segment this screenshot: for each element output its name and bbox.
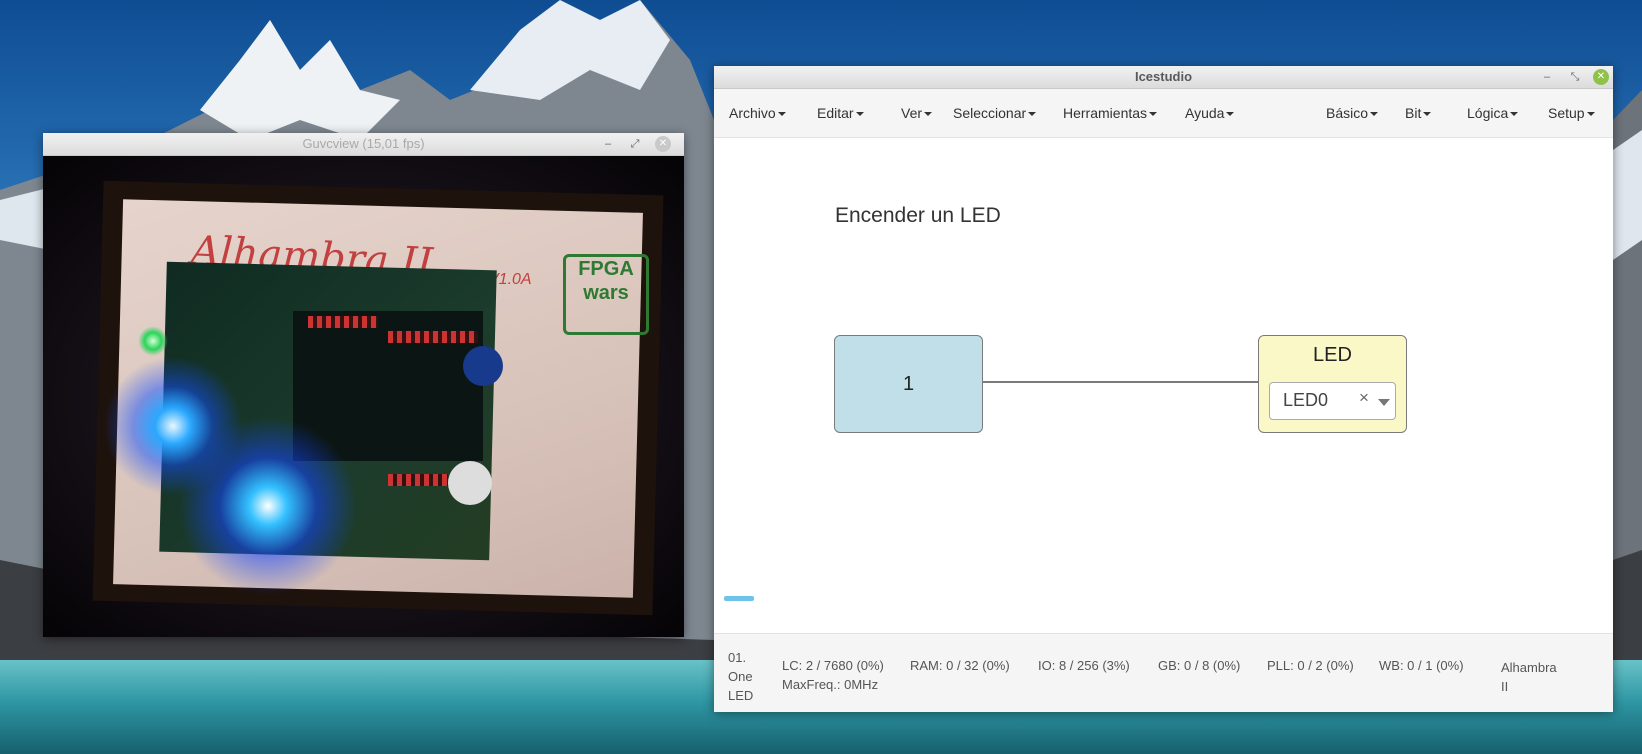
caret-down-icon	[1149, 112, 1158, 117]
menu-bit[interactable]: Bit	[1405, 89, 1432, 137]
pin-select-value: LED0	[1283, 390, 1329, 410]
menu-seleccionar[interactable]: Seleccionar	[953, 89, 1037, 137]
menubar: Archivo Editar Ver Seleccionar Herramien…	[714, 89, 1613, 138]
caret-down-icon	[1423, 112, 1432, 117]
constant-block[interactable]: 1	[834, 335, 983, 433]
caret-down-icon	[924, 112, 933, 117]
menu-herramientas[interactable]: Herramientas	[1063, 89, 1158, 137]
caret-down-icon	[1028, 112, 1037, 117]
pin-header	[388, 331, 478, 343]
menu-basico[interactable]: Básico	[1326, 89, 1379, 137]
stat-ram: RAM: 0 / 32 (0%)	[910, 658, 1010, 673]
green-led-glow	[138, 326, 168, 356]
stat-io: IO: 8 / 256 (3%)	[1038, 658, 1130, 673]
pin-header	[388, 474, 448, 486]
statusbar: 01. One LED LC: 2 / 7680 (0%) RAM: 0 / 3…	[714, 633, 1613, 712]
pin-select[interactable]: LED0 ×	[1269, 382, 1396, 420]
dropdown-arrow-icon[interactable]	[1378, 399, 1390, 406]
close-icon[interactable]: ✕	[1593, 69, 1609, 85]
board-name[interactable]: Alhambra II	[1501, 658, 1557, 696]
caret-down-icon	[1586, 112, 1595, 117]
progress-indicator	[724, 596, 754, 601]
project-name: 01. One LED	[728, 650, 754, 703]
minimize-icon[interactable]: –	[1539, 69, 1555, 85]
pin-header	[308, 316, 378, 328]
design-canvas[interactable]: Encender un LED 1 LED LED0 ×	[714, 138, 1613, 632]
caret-down-icon	[1226, 112, 1235, 117]
stat-pll: PLL: 0 / 2 (0%)	[1267, 658, 1354, 673]
info-comment[interactable]: Encender un LED	[835, 204, 1001, 228]
maximize-icon[interactable]: ⤢	[627, 136, 643, 152]
led-block-title: LED	[1313, 344, 1352, 366]
stat-maxfreq: MaxFreq.: 0MHz	[782, 677, 879, 692]
guvcview-title: Guvcview (15,01 fps)	[302, 136, 425, 151]
guvcview-window: Guvcview (15,01 fps) – ⤢ ✕ Alhambra II V…	[43, 133, 684, 637]
caret-down-icon	[1370, 112, 1379, 117]
restore-icon[interactable]: ⤡	[1567, 69, 1583, 85]
stat-gb: GB: 0 / 8 (0%)	[1158, 658, 1241, 673]
output-led-block[interactable]: LED LED0 ×	[1258, 335, 1407, 433]
menu-logica[interactable]: Lógica	[1467, 89, 1519, 137]
close-icon[interactable]: ✕	[655, 136, 671, 152]
guvcview-titlebar[interactable]: Guvcview (15,01 fps)	[43, 133, 684, 156]
icestudio-titlebar[interactable]: Icestudio	[714, 66, 1613, 89]
button-cap	[448, 461, 492, 505]
capacitor	[463, 346, 503, 386]
blue-led-glow	[178, 416, 358, 596]
menu-setup[interactable]: Setup	[1548, 89, 1595, 137]
menu-ayuda[interactable]: Ayuda	[1185, 89, 1235, 137]
wire[interactable]	[982, 381, 1258, 383]
minimize-icon[interactable]: –	[600, 136, 616, 152]
icestudio-title: Icestudio	[1134, 69, 1193, 84]
constant-value: 1	[902, 373, 915, 395]
caret-down-icon	[855, 112, 864, 117]
menu-archivo[interactable]: Archivo	[729, 89, 786, 137]
menu-editar[interactable]: Editar	[817, 89, 864, 137]
stat-lc: LC: 2 / 7680 (0%)	[782, 658, 884, 673]
icestudio-window: Icestudio – ⤡ ✕ Archivo Editar Ver Selec…	[714, 66, 1613, 712]
menu-ver[interactable]: Ver	[901, 89, 933, 137]
stat-wb: WB: 0 / 1 (0%)	[1379, 658, 1464, 673]
fpga-wars-logo: FPGA wars	[563, 254, 649, 335]
caret-down-icon	[777, 112, 786, 117]
caret-down-icon	[1510, 112, 1519, 117]
clear-icon[interactable]: ×	[1359, 388, 1369, 408]
camera-feed: Alhambra II V1.0A FPGA wars	[43, 156, 684, 637]
